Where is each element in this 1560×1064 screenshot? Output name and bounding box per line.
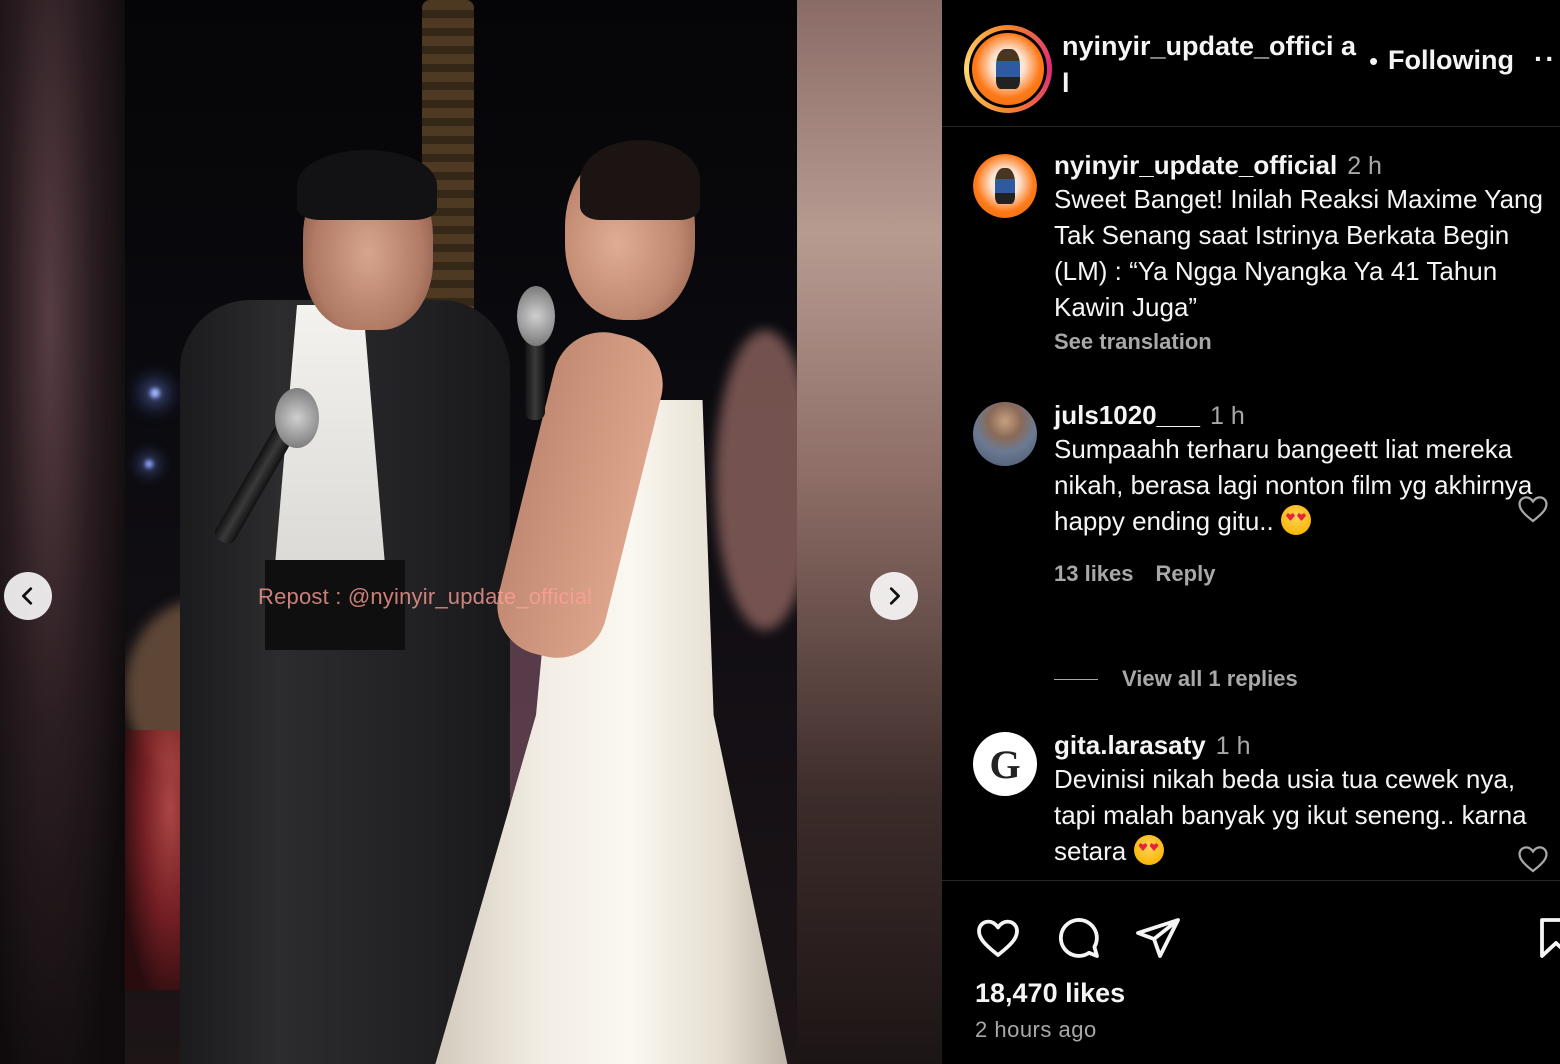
caption-time: 2 h <box>1347 152 1382 180</box>
comment-time: 1 h <box>1215 732 1251 760</box>
comments-section[interactable]: nyinyir_update_official 2 h Sweet Banget!… <box>942 128 1560 880</box>
post-timestamp[interactable]: 2 hours ago <box>975 1017 1097 1043</box>
floral-decoration <box>715 330 797 630</box>
comment-text: Sumpaahh terharu bangeett liat mereka ni… <box>1054 431 1554 539</box>
separator-dot: • <box>1369 46 1379 76</box>
comment-likes[interactable]: 13 likes <box>1054 561 1134 586</box>
following-button[interactable]: Following <box>1388 45 1514 76</box>
repost-watermark: Repost : @nyinyir_update_official <box>258 584 593 609</box>
caption-body: nyinyir_update_official 2 h Sweet Banget!… <box>1054 150 1554 355</box>
avatar-figure <box>994 168 1016 204</box>
blurred-right-background <box>797 0 942 1064</box>
comment-text: Devinisi nikah beda usia tua cewek nya, … <box>1054 761 1554 869</box>
microphone-head <box>517 286 555 346</box>
avatar <box>969 30 1047 108</box>
bookmark-icon[interactable] <box>1532 914 1560 962</box>
post-media: Repost : @nyinyir_update_official <box>0 0 942 1064</box>
replies-divider-line <box>1054 678 1098 680</box>
avatar-figure <box>996 48 1020 90</box>
view-replies-label: View all 1 replies <box>1122 666 1298 691</box>
comment-like-heart-icon[interactable] <box>1516 842 1550 876</box>
post-sidebar: nyinyir_update_offici al • Following ·· … <box>942 0 1560 1064</box>
more-options-button[interactable]: ·· <box>1534 43 1557 75</box>
caption-text: Sweet Banget! Inilah Reaksi Maxime Yang … <box>1054 184 1543 322</box>
next-slide-button[interactable] <box>870 572 918 620</box>
commenter-avatar[interactable]: G <box>973 732 1037 796</box>
video-frame[interactable] <box>125 0 797 1064</box>
heart-eyes-emoji-icon <box>1280 505 1311 535</box>
groom-hair <box>297 150 437 220</box>
stage-light <box>145 460 153 468</box>
comment-like-heart-icon[interactable] <box>1516 492 1550 526</box>
comment-text-content: Devinisi nikah beda usia tua cewek nya, … <box>1054 764 1527 866</box>
view-replies-link[interactable]: View all 1 replies <box>1054 666 1298 692</box>
see-translation-link[interactable]: See translation <box>1054 329 1554 355</box>
avatar <box>973 154 1037 218</box>
stage-light <box>150 388 160 398</box>
commenter-avatar[interactable] <box>973 402 1037 466</box>
profile-avatar-story-ring[interactable] <box>964 25 1052 113</box>
chevron-right-icon <box>889 587 900 605</box>
heart-eyes-emoji-icon <box>1133 835 1164 865</box>
likes-count[interactable]: 18,470 likes <box>975 978 1125 1009</box>
reply-button[interactable]: Reply <box>1156 561 1216 586</box>
comment-time: 1 h <box>1210 402 1245 430</box>
comment-body: juls1020___ 1 h Sumpaahh terharu bangeett… <box>1054 400 1554 587</box>
chevron-left-icon <box>22 587 33 605</box>
header-username[interactable]: nyinyir_update_offici al <box>1062 28 1362 102</box>
comment-username[interactable]: juls1020___ <box>1054 400 1200 430</box>
caption-avatar[interactable] <box>973 154 1037 218</box>
blurred-left-background <box>0 0 125 1064</box>
post-header: nyinyir_update_offici al • Following ·· <box>942 0 1560 127</box>
heart-icon[interactable] <box>974 914 1022 962</box>
avatar-letter: G <box>989 741 1021 787</box>
microphone-head <box>275 388 319 448</box>
action-bar: 18,470 likes 2 hours ago <box>942 880 1560 1064</box>
bride-hair <box>580 140 700 220</box>
comment-body: gita.larasaty 1 h Devinisi nikah beda usi… <box>1054 730 1554 869</box>
comment-icon[interactable] <box>1054 914 1102 962</box>
share-icon[interactable] <box>1134 914 1182 962</box>
comment-username[interactable]: gita.larasaty <box>1054 730 1206 760</box>
previous-slide-button[interactable] <box>4 572 52 620</box>
caption-username[interactable]: nyinyir_update_official <box>1054 150 1337 180</box>
comment-meta: 13 likes Reply <box>1054 561 1554 587</box>
